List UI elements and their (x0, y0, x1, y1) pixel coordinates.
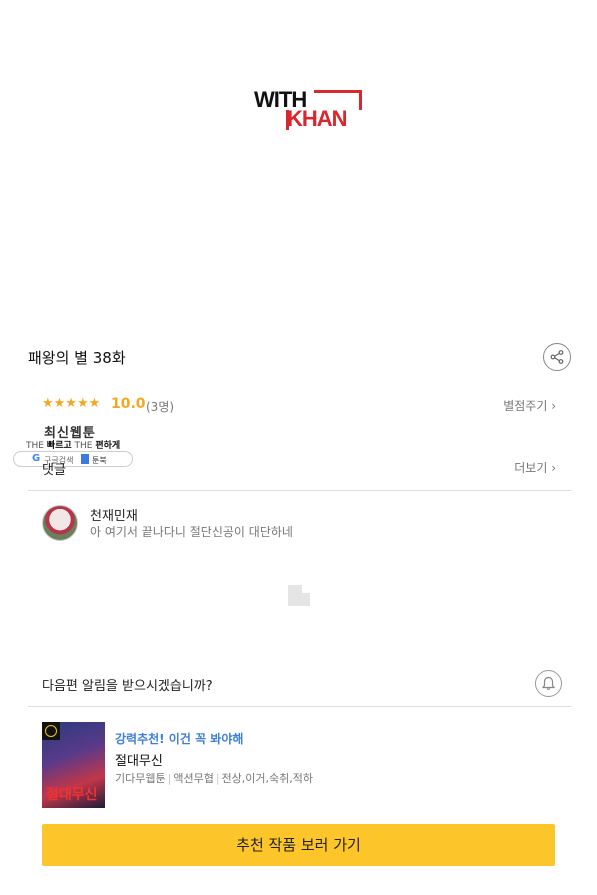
slogan-fast: 빠르고 (46, 441, 72, 451)
recommended-webtoon[interactable]: 절대무신 강력추천! 이건 꼭 봐야해 절대무신 기다무웹툰 | 액션무협 | 전상,이… (42, 722, 556, 810)
comment-item: 천재민재 아 여기서 끝나다니 절단신공이 대단하네 (42, 505, 556, 545)
share-icon (550, 350, 564, 364)
comment-text: 아 여기서 끝나다니 절단신공이 대단하네 (90, 525, 293, 539)
avatar (42, 505, 78, 541)
episode-title: 패왕의 별 38화 (28, 349, 126, 367)
divider (28, 706, 571, 707)
withkhan-logo[interactable]: WITH KHAN (254, 88, 362, 134)
webtoon-thumbnail[interactable]: 절대무신 (42, 722, 105, 808)
comment-author: 천재민재 (90, 509, 138, 524)
meta-authors: 전상,이거,숙취,적하 (221, 772, 313, 785)
clock-icon (42, 722, 60, 740)
notify-row: 다음편 알림을 받으시겠습니까? (42, 670, 562, 698)
slogan-easy: 편하게 (95, 441, 121, 451)
bell-icon (541, 676, 556, 690)
episode-header: 패왕의 별 38화 (28, 340, 571, 374)
notify-question: 다음편 알림을 받으시겠습니까? (42, 679, 213, 694)
recommend-cta-button[interactable]: 추천 작품 보러 가기 (42, 824, 555, 866)
thumbnail-title-text: 절대무신 (46, 787, 98, 803)
rate-button[interactable]: 별점주기 › (503, 397, 556, 414)
badge-slogan: THE 빠르고 THE 편하게 (26, 438, 120, 451)
rating-count: (3명) (146, 400, 175, 414)
notify-bell-button[interactable] (535, 670, 562, 697)
recommend-title[interactable]: 절대무신 (115, 750, 163, 769)
recommend-meta: 기다무웹툰 | 액션무협 | 전상,이거,숙취,적하 (115, 772, 313, 785)
slogan-the-2: THE (74, 441, 93, 451)
comments-label: 댓글 (42, 463, 66, 478)
meta-genre: 액션무협 (173, 772, 214, 785)
rating-row: ★★★★★ 10.0 (3명) 별점주기 › (42, 396, 556, 416)
comments-header: 댓글 더보기 › (42, 458, 556, 478)
rating-score: 10.0 (111, 396, 146, 412)
slogan-the-1: THE (26, 441, 44, 451)
share-button[interactable] (543, 343, 571, 371)
recommend-tag: 강력추천! 이건 꼭 봐야해 (115, 732, 244, 746)
star-rating-icon: ★★★★★ (42, 396, 101, 411)
logo-area: WITH KHAN (0, 0, 597, 330)
google-icon: G (32, 453, 41, 464)
ad-placeholder-icon (288, 585, 310, 606)
comments-more-button[interactable]: 더보기 › (514, 459, 556, 476)
meta-category: 기다무웹툰 (115, 772, 166, 785)
logo-text-bottom: KHAN (287, 106, 348, 131)
divider (28, 490, 571, 491)
